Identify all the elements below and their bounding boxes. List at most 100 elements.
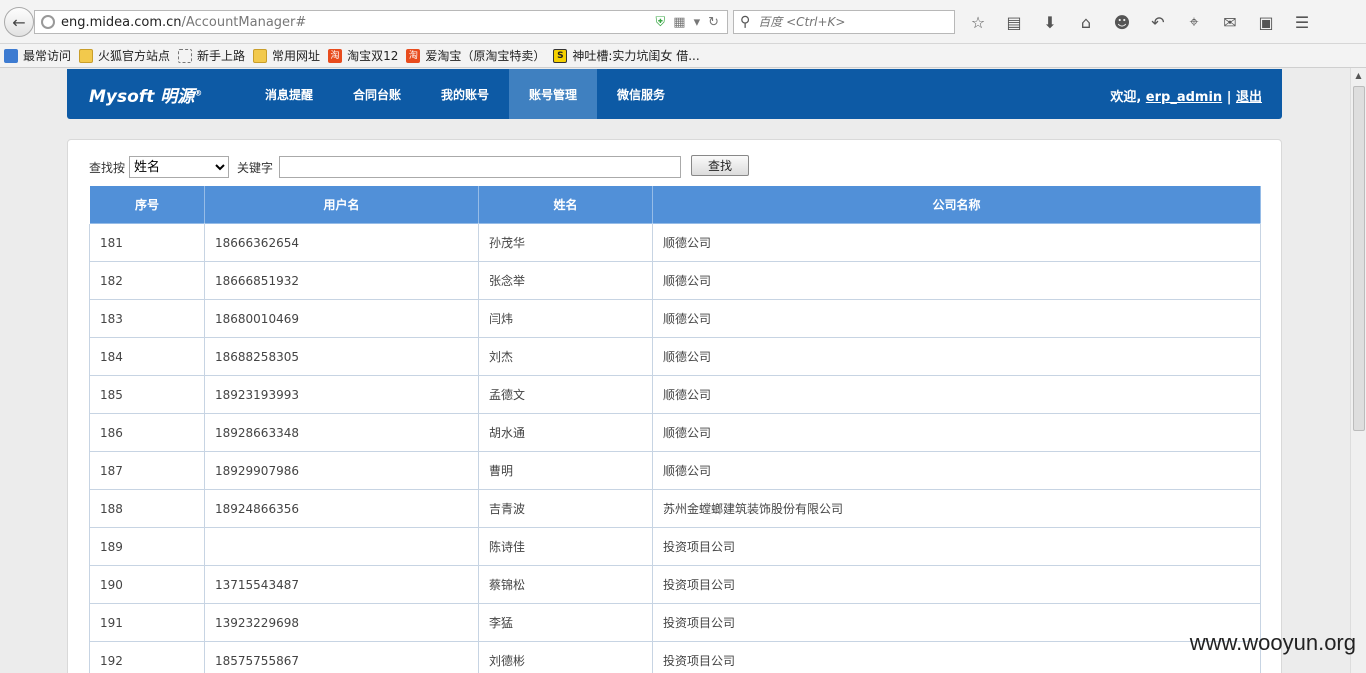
- nav-account-management[interactable]: 账号管理: [509, 69, 597, 119]
- cell-name: 孙茂华: [478, 223, 653, 262]
- search-icon: ⚲: [740, 14, 751, 30]
- undo-icon[interactable]: ↶: [1140, 13, 1176, 32]
- chat-icon[interactable]: ✉: [1212, 13, 1248, 32]
- reader-icon[interactable]: ▣: [1248, 13, 1284, 32]
- back-button[interactable]: ←: [4, 7, 34, 37]
- scrollbar-thumb[interactable]: [1353, 86, 1365, 431]
- bookmark-item[interactable]: 常用网址: [253, 47, 320, 64]
- cell-username: 13923229698: [204, 603, 479, 642]
- table-row[interactable]: 185 18923193993 孟德文 顺德公司: [89, 375, 1261, 414]
- scroll-up-icon[interactable]: ▲: [1351, 68, 1366, 84]
- back-arrow-icon: ←: [12, 12, 26, 32]
- cell-index: 182: [89, 261, 205, 300]
- content-panel: 查找按 姓名 关键字 查找 序号 用户名 姓名 公司名称 181 18666362…: [67, 139, 1282, 673]
- smiley-icon[interactable]: ☻: [1104, 13, 1140, 32]
- nav-contracts[interactable]: 合同台账: [333, 69, 421, 119]
- search-form: 查找按 姓名 关键字 查找: [89, 154, 750, 178]
- cell-company: 顺德公司: [652, 413, 1261, 452]
- bookmark-item[interactable]: 新手上路: [178, 47, 245, 64]
- header-name[interactable]: 姓名: [478, 185, 653, 224]
- cell-username: 18680010469: [204, 299, 479, 338]
- site-header: Mysoft 明源® 消息提醒 合同台账 我的账号 账号管理 微信服务 欢迎, …: [67, 69, 1282, 119]
- table-row[interactable]: 188 18924866356 吉青波 苏州金螳螂建筑装饰股份有限公司: [89, 489, 1261, 528]
- table-header-row: 序号 用户名 姓名 公司名称: [89, 185, 1261, 224]
- logout-link[interactable]: 退出: [1236, 90, 1262, 105]
- globe-icon: [41, 15, 55, 29]
- table-row[interactable]: 181 18666362654 孙茂华 顺德公司: [89, 223, 1261, 262]
- star-icon[interactable]: ☆: [960, 13, 996, 32]
- table-row[interactable]: 192 18575755867 刘德彬 投资项目公司: [89, 641, 1261, 673]
- cell-index: 188: [89, 489, 205, 528]
- folder-icon: [79, 48, 94, 63]
- separator: |: [1226, 90, 1232, 105]
- crop-icon[interactable]: ⌖: [1176, 12, 1212, 32]
- cell-company: 投资项目公司: [652, 603, 1261, 642]
- address-bar[interactable]: eng.midea.com.cn/AccountManager# ⛨ ▦ ▾ ↻: [34, 10, 728, 34]
- bookmark-item[interactable]: 火狐官方站点: [79, 47, 170, 64]
- reload-icon[interactable]: ↻: [708, 15, 719, 30]
- cell-name: 张念举: [478, 261, 653, 300]
- url-text[interactable]: eng.midea.com.cn/AccountManager#: [61, 15, 656, 30]
- table-row[interactable]: 187 18929907986 曹明 顺德公司: [89, 451, 1261, 490]
- reading-list-icon[interactable]: ▤: [996, 13, 1032, 32]
- page-icon: [178, 48, 193, 63]
- cell-username: 18666851932: [204, 261, 479, 300]
- table-row[interactable]: 189 陈诗佳 投资项目公司: [89, 527, 1261, 566]
- qr-code-icon[interactable]: ▦: [673, 15, 685, 30]
- table-row[interactable]: 190 13715543487 蔡锦松 投资项目公司: [89, 565, 1261, 604]
- search-button[interactable]: 查找: [691, 154, 750, 176]
- bookmark-item[interactable]: 淘爱淘宝（原淘宝特卖）: [406, 47, 545, 64]
- menu-icon[interactable]: ☰: [1284, 13, 1320, 32]
- cell-username: 18688258305: [204, 337, 479, 376]
- browser-toolbar: ← eng.midea.com.cn/AccountManager# ⛨ ▦ ▾…: [0, 0, 1366, 44]
- mysoft-logo[interactable]: Mysoft 明源®: [89, 82, 202, 107]
- cell-company: 投资项目公司: [652, 641, 1261, 673]
- nav-wechat-service[interactable]: 微信服务: [597, 69, 685, 119]
- keyword-input[interactable]: [279, 156, 682, 178]
- main-nav: 消息提醒 合同台账 我的账号 账号管理 微信服务: [245, 69, 685, 119]
- download-icon[interactable]: ⬇: [1032, 13, 1068, 32]
- nav-messages[interactable]: 消息提醒: [245, 69, 333, 119]
- header-username[interactable]: 用户名: [204, 185, 479, 224]
- cell-index: 187: [89, 451, 205, 490]
- cell-index: 189: [89, 527, 205, 566]
- table-row[interactable]: 191 13923229698 李猛 投资项目公司: [89, 603, 1261, 642]
- welcome-text: 欢迎,: [1110, 90, 1142, 105]
- home-icon[interactable]: ⌂: [1068, 13, 1104, 32]
- bookmark-item[interactable]: 最常访问: [4, 47, 71, 64]
- header-company[interactable]: 公司名称: [652, 185, 1261, 224]
- search-field-select[interactable]: 姓名: [129, 156, 230, 178]
- dropdown-icon[interactable]: ▾: [694, 15, 701, 30]
- cell-index: 183: [89, 299, 205, 338]
- cell-username: 18575755867: [204, 641, 479, 673]
- cell-index: 185: [89, 375, 205, 414]
- table-row[interactable]: 182 18666851932 张念举 顺德公司: [89, 261, 1261, 300]
- table-row[interactable]: 186 18928663348 胡水通 顺德公司: [89, 413, 1261, 452]
- search-by-label: 查找按: [89, 160, 126, 175]
- user-area: 欢迎, erp_admin | 退出: [1110, 86, 1262, 105]
- table-row[interactable]: 184 18688258305 刘杰 顺德公司: [89, 337, 1261, 376]
- most-visited-icon: [4, 48, 18, 63]
- bookmark-item[interactable]: 淘淘宝双12: [328, 47, 398, 64]
- cell-index: 186: [89, 413, 205, 452]
- cell-index: 190: [89, 565, 205, 604]
- cell-index: 184: [89, 337, 205, 376]
- search-bar[interactable]: ⚲: [733, 10, 955, 34]
- cell-company: 苏州金螳螂建筑装饰股份有限公司: [652, 489, 1261, 528]
- watermark: www.wooyun.org: [1189, 630, 1356, 655]
- cell-company: 顺德公司: [652, 261, 1261, 300]
- table-row[interactable]: 183 18680010469 闫炜 顺德公司: [89, 299, 1261, 338]
- page-scrollbar[interactable]: ▲: [1350, 68, 1366, 673]
- username-link[interactable]: erp_admin: [1146, 90, 1222, 105]
- accounts-table: 序号 用户名 姓名 公司名称 181 18666362654 孙茂华 顺德公司 182 1…: [89, 185, 1261, 673]
- bookmark-item[interactable]: S 神吐槽:实力坑闺女 借...: [553, 47, 700, 64]
- browser-search-input[interactable]: [758, 15, 929, 29]
- cell-username: 18923193993: [204, 375, 479, 414]
- cell-index: 192: [89, 641, 205, 673]
- cell-name: 蔡锦松: [478, 565, 653, 604]
- header-index[interactable]: 序号: [89, 185, 205, 224]
- shield-icon[interactable]: ⛨: [656, 15, 666, 30]
- taobao-icon: 淘: [406, 48, 421, 63]
- cell-company: 顺德公司: [652, 337, 1261, 376]
- nav-my-account[interactable]: 我的账号: [421, 69, 509, 119]
